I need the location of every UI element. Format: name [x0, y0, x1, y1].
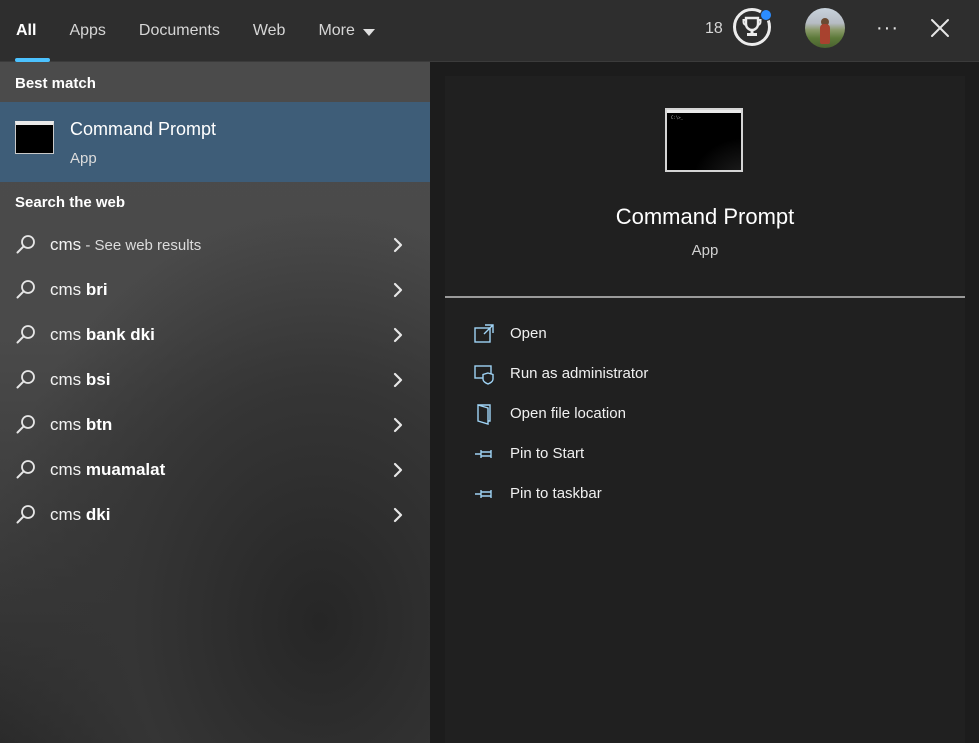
- divider: [445, 296, 965, 298]
- search-window: All Apps Documents Web More 18 ··· Best …: [0, 0, 979, 743]
- web-result-item[interactable]: cms bri: [0, 268, 430, 313]
- query-completion: muamalat: [85, 460, 166, 479]
- avatar[interactable]: [805, 8, 845, 48]
- best-match-title: Command Prompt: [70, 119, 217, 139]
- action-pin-to-start[interactable]: Pin to Start: [445, 443, 965, 483]
- chevron-right-icon: [393, 417, 403, 433]
- rewards-points: 18: [705, 20, 723, 37]
- query-prefix: cms: [50, 280, 86, 299]
- tab-all[interactable]: All: [14, 0, 52, 62]
- results-panel: Best match Command Prompt App Search the…: [0, 62, 430, 743]
- folder-icon: [477, 404, 491, 425]
- close-button[interactable]: [928, 16, 952, 40]
- command-prompt-icon: [15, 121, 54, 154]
- trophy-icon: [742, 16, 762, 36]
- actions-list: Open Run as administrator Open file loca…: [445, 323, 965, 523]
- caret-down-icon: [362, 28, 375, 36]
- tab-label: Apps: [69, 22, 106, 39]
- avatar-figure: [820, 24, 830, 44]
- action-pin-to-taskbar[interactable]: Pin to taskbar: [445, 483, 965, 523]
- action-label: Run as administrator: [510, 365, 649, 382]
- web-result-query: cms btn: [50, 415, 112, 435]
- query-completion: bank dki: [85, 325, 155, 344]
- tab-documents[interactable]: Documents: [139, 0, 220, 62]
- tab-more[interactable]: More: [318, 0, 375, 62]
- search-icon: [16, 415, 35, 434]
- top-bar: All Apps Documents Web More 18 ···: [0, 0, 979, 62]
- search-icon: [16, 370, 35, 389]
- web-result-item[interactable]: cms bsi: [0, 358, 430, 403]
- web-result-item[interactable]: cms muamalat: [0, 448, 430, 493]
- web-result-item[interactable]: cms btn: [0, 403, 430, 448]
- query-completion: dki: [85, 505, 111, 524]
- query-completion: bsi: [85, 370, 111, 389]
- web-result-query: cms bank dki: [50, 325, 155, 345]
- best-match-heading: Best match: [15, 75, 96, 92]
- web-result-item[interactable]: cms bank dki: [0, 313, 430, 358]
- web-result-query: cms bri: [50, 280, 108, 300]
- chevron-right-icon: [393, 282, 403, 298]
- tab-apps[interactable]: Apps: [69, 0, 105, 62]
- web-results-list: cms - See web results cms bri cms bank dki…: [0, 223, 430, 538]
- query-prefix: cms: [50, 235, 82, 254]
- search-icon: [16, 235, 35, 254]
- ellipsis-icon[interactable]: ···: [876, 17, 899, 40]
- search-icon: [16, 460, 35, 479]
- thumb-prompt: C:\>_: [671, 115, 684, 120]
- web-result-item[interactable]: cms - See web results: [0, 223, 430, 268]
- tab-label: Documents: [138, 22, 220, 39]
- action-run-as-admin[interactable]: Run as administrator: [445, 363, 965, 403]
- query-prefix: cms: [50, 460, 86, 479]
- shield-icon: [474, 365, 494, 385]
- filter-tabs: All Apps Documents Web More: [14, 0, 408, 62]
- chevron-right-icon: [393, 237, 403, 253]
- details-card: C:\>_ Command Prompt App Open Run as adm…: [445, 76, 965, 743]
- web-result-query: cms muamalat: [50, 460, 165, 480]
- tab-label: All: [16, 22, 37, 39]
- details-title: Command Prompt: [615, 204, 795, 229]
- action-label: Open file location: [510, 405, 626, 422]
- close-icon: [931, 19, 949, 37]
- query-prefix: cms: [50, 325, 86, 344]
- chevron-right-icon: [393, 507, 403, 523]
- command-prompt-large-icon: C:\>_: [665, 108, 743, 172]
- details-panel: C:\>_ Command Prompt App Open Run as adm…: [430, 62, 979, 743]
- best-match-item[interactable]: Command Prompt App: [0, 102, 430, 182]
- tab-web[interactable]: Web: [253, 0, 286, 62]
- action-open-file-location[interactable]: Open file location: [445, 403, 965, 443]
- rewards-button[interactable]: [733, 8, 772, 46]
- search-icon: [16, 325, 35, 344]
- query-prefix: cms: [50, 415, 86, 434]
- search-icon: [16, 280, 35, 299]
- web-result-query: cms dki: [50, 505, 110, 525]
- pin-icon: [475, 490, 492, 498]
- web-heading: Search the web: [15, 194, 126, 211]
- search-icon: [16, 505, 35, 524]
- action-label: Pin to Start: [510, 445, 585, 462]
- chevron-right-icon: [393, 327, 403, 343]
- action-label: Open: [510, 325, 547, 342]
- details-subtitle: App: [691, 242, 719, 259]
- thumb-titlebar: [667, 110, 741, 113]
- notification-dot: [760, 9, 772, 21]
- web-result-query: cms - See web results: [50, 235, 201, 255]
- action-open[interactable]: Open: [445, 323, 965, 363]
- tab-label: More: [318, 22, 355, 39]
- chevron-right-icon: [393, 372, 403, 388]
- best-match-subtitle: App: [70, 150, 97, 167]
- query-suffix: - See web results: [81, 237, 202, 254]
- action-label: Pin to taskbar: [510, 485, 602, 502]
- query-completion: bri: [85, 280, 108, 299]
- chevron-right-icon: [393, 462, 403, 478]
- query-prefix: cms: [50, 370, 86, 389]
- query-prefix: cms: [50, 505, 86, 524]
- tab-label: Web: [252, 22, 286, 39]
- open-icon: [474, 324, 494, 343]
- query-completion: btn: [85, 415, 113, 434]
- web-result-query: cms bsi: [50, 370, 110, 390]
- web-result-item[interactable]: cms dki: [0, 493, 430, 538]
- pin-icon: [475, 450, 492, 458]
